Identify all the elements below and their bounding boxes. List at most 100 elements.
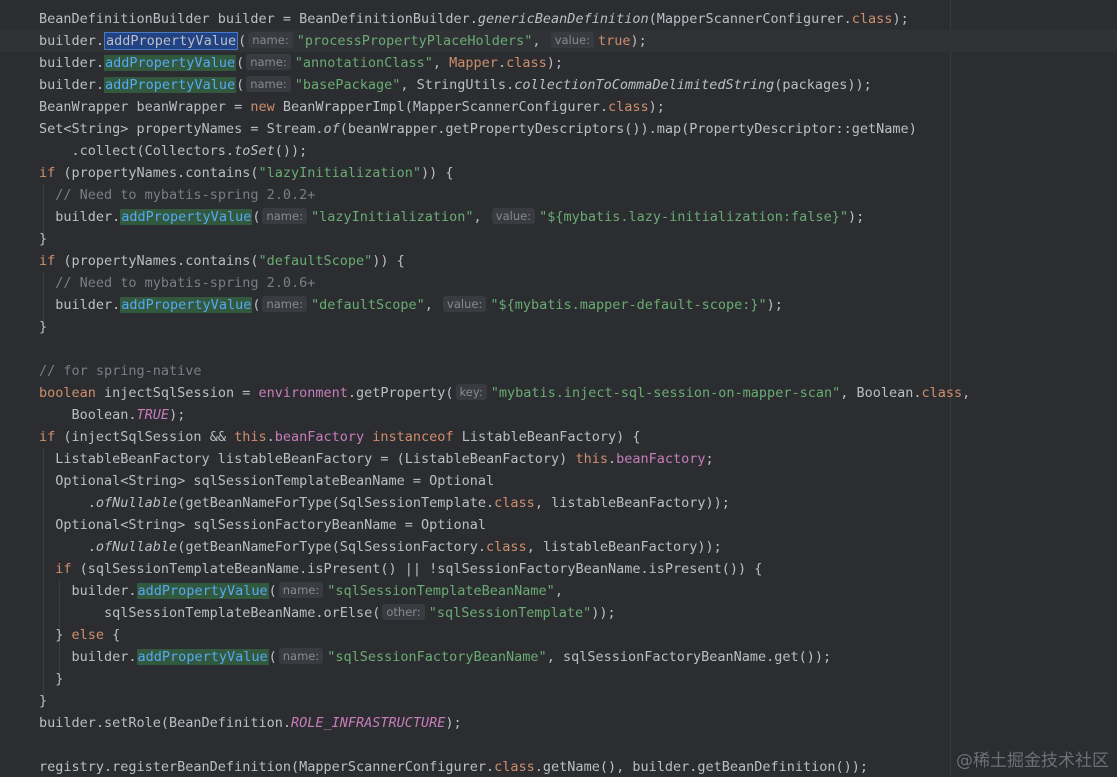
- code-token: (: [268, 583, 277, 599]
- code-token: "sqlSessionTemplate": [428, 605, 592, 621]
- code-token: sqlSessionTemplateBeanName.orElse(: [39, 605, 381, 621]
- code-line[interactable]: .ofNullable(getBeanNameForType(SqlSessio…: [0, 492, 1117, 514]
- code-token: }: [39, 319, 48, 335]
- highlighted-method: addPropertyValue: [120, 297, 253, 313]
- code-line[interactable]: // for spring-native: [0, 360, 1117, 382]
- code-line[interactable]: builder.addPropertyValue(name: "sqlSessio…: [0, 646, 1117, 668]
- code-token: .: [266, 429, 275, 445]
- code-line[interactable]: if (propertyNames.contains("lazyInitiali…: [0, 162, 1117, 184]
- code-line[interactable]: [0, 338, 1117, 360]
- code-token: , sqlSessionFactoryBeanName.get());: [546, 649, 832, 665]
- code-line[interactable]: builder. addPropertyValue(name: "processPr…: [0, 30, 1117, 52]
- code-text: if (sqlSessionTemplateBeanName.isPresent…: [39, 558, 762, 580]
- code-token: builder.: [39, 297, 121, 313]
- code-line[interactable]: builder.addPropertyValue(name: "basePacka…: [0, 74, 1117, 96]
- highlighted-method: addPropertyValue: [104, 32, 239, 50]
- code-line[interactable]: } else {: [0, 624, 1117, 646]
- code-line[interactable]: BeanDefinitionBuilder builder = BeanDefi…: [0, 8, 1117, 30]
- code-text: builder.addPropertyValue(name: "lazyIniti…: [39, 206, 864, 228]
- code-token: ,: [532, 33, 549, 49]
- code-token: // for spring-native: [39, 363, 202, 379]
- code-text: BeanWrapper beanWrapper = new BeanWrappe…: [39, 96, 665, 118]
- code-token: builder.: [39, 77, 105, 93]
- parameter-hint: other:: [382, 604, 425, 620]
- code-line[interactable]: builder.addPropertyValue(name: "defaultSc…: [0, 294, 1117, 316]
- code-token: .: [497, 55, 507, 71]
- code-line[interactable]: if (injectSqlSession && this.beanFactory…: [0, 426, 1117, 448]
- code-token: "basePackage": [294, 77, 401, 93]
- code-line[interactable]: if (sqlSessionTemplateBeanName.isPresent…: [0, 558, 1117, 580]
- code-token: .: [39, 539, 96, 555]
- code-line[interactable]: ListableBeanFactory listableBeanFactory …: [0, 448, 1117, 470]
- code-token: ));: [591, 605, 616, 621]
- code-token: "lazyInitialization": [310, 209, 474, 225]
- code-editor[interactable]: BeanDefinitionBuilder builder = BeanDefi…: [0, 0, 1117, 777]
- code-line[interactable]: // Need to mybatis-spring 2.0.6+: [0, 272, 1117, 294]
- parameter-hint: name:: [246, 54, 291, 70]
- code-token: ());: [274, 143, 308, 159]
- code-text: // Need to mybatis-spring 2.0.2+: [39, 184, 315, 206]
- code-token: if: [39, 253, 56, 269]
- code-text: builder.addPropertyValue(name: "basePacka…: [39, 74, 872, 96]
- code-token: }: [39, 231, 48, 247]
- code-token: genericBeanDefinition: [477, 11, 649, 27]
- code-line[interactable]: .collect(Collectors.toSet());: [0, 140, 1117, 162]
- highlighted-method: addPropertyValue: [136, 583, 269, 599]
- code-line[interactable]: builder.addPropertyValue(name: "sqlSessio…: [0, 580, 1117, 602]
- code-token: , Boolean.: [840, 385, 922, 401]
- code-token: (packages));: [774, 77, 872, 93]
- code-text: if (injectSqlSession && this.beanFactory…: [39, 426, 641, 448]
- code-line[interactable]: Optional<String> sqlSessionTemplateBeanN…: [0, 470, 1117, 492]
- code-token: instanceof: [372, 429, 454, 445]
- code-text: Optional<String> sqlSessionFactoryBeanNa…: [39, 514, 486, 536]
- code-token: BeanWrapperImpl(MapperScannerConfigurer.: [274, 99, 608, 115]
- code-token: ListableBeanFactory) {: [453, 429, 641, 445]
- code-token: );: [766, 297, 783, 313]
- code-line[interactable]: [0, 734, 1117, 756]
- code-token: (beanWrapper.getPropertyDescriptors()).m…: [339, 121, 917, 137]
- code-text: }: [39, 690, 47, 712]
- code-token: Boolean.: [39, 407, 137, 423]
- code-line[interactable]: }: [0, 668, 1117, 690]
- code-line[interactable]: builder.addPropertyValue(name: "annotatio…: [0, 52, 1117, 74]
- code-token: class: [851, 11, 893, 27]
- code-token: if: [39, 165, 56, 181]
- code-token: BeanWrapper beanWrapper =: [39, 99, 251, 115]
- highlighted-method: addPropertyValue: [104, 77, 237, 93]
- highlighted-method: addPropertyValue: [120, 209, 253, 225]
- code-line[interactable]: boolean injectSqlSession = environment.g…: [0, 382, 1117, 404]
- code-text: if (propertyNames.contains("lazyInitiali…: [39, 162, 454, 184]
- code-token: injectSqlSession =: [95, 385, 259, 401]
- code-token: ,: [424, 297, 442, 313]
- code-token: BeanDefinitionBuilder builder = BeanDefi…: [39, 11, 478, 27]
- code-token: ROLE_INFRASTRUCTURE: [290, 715, 446, 731]
- code-line[interactable]: }: [0, 228, 1117, 250]
- code-text: boolean injectSqlSession = environment.g…: [39, 382, 970, 404]
- code-token: Set<String> propertyNames = Stream.: [39, 121, 324, 137]
- code-text: builder. addPropertyValue(name: "processPr…: [39, 30, 647, 52]
- code-line[interactable]: BeanWrapper beanWrapper = new BeanWrappe…: [0, 96, 1117, 118]
- parameter-hint: name:: [278, 648, 324, 664]
- code-text: builder.addPropertyValue(name: "defaultSc…: [39, 294, 783, 316]
- code-line[interactable]: builder.setRole(BeanDefinition.ROLE_INFR…: [0, 712, 1117, 734]
- code-token: );: [169, 407, 186, 423]
- code-line[interactable]: }: [0, 690, 1117, 712]
- code-token: builder.: [39, 33, 105, 49]
- code-token: class: [494, 495, 535, 511]
- code-token: builder.: [39, 583, 137, 599]
- code-line[interactable]: }: [0, 316, 1117, 338]
- code-line[interactable]: registry.registerBeanDefinition(MapperSc…: [0, 756, 1117, 777]
- code-token: (propertyNames.contains(: [55, 253, 259, 269]
- code-token: }: [39, 671, 64, 687]
- code-line[interactable]: .ofNullable(getBeanNameForType(SqlSessio…: [0, 536, 1117, 558]
- code-line[interactable]: builder.addPropertyValue(name: "lazyIniti…: [0, 206, 1117, 228]
- code-line[interactable]: // Need to mybatis-spring 2.0.2+: [0, 184, 1117, 206]
- code-line[interactable]: if (propertyNames.contains("defaultScope…: [0, 250, 1117, 272]
- code-line[interactable]: sqlSessionTemplateBeanName.orElse(other:…: [0, 602, 1117, 624]
- code-line[interactable]: Optional<String> sqlSessionFactoryBeanNa…: [0, 514, 1117, 536]
- code-line[interactable]: Set<String> propertyNames = Stream.of(be…: [0, 118, 1117, 140]
- code-token: ,: [962, 385, 971, 401]
- code-line[interactable]: Boolean.TRUE);: [0, 404, 1117, 426]
- code-token: (: [236, 77, 245, 93]
